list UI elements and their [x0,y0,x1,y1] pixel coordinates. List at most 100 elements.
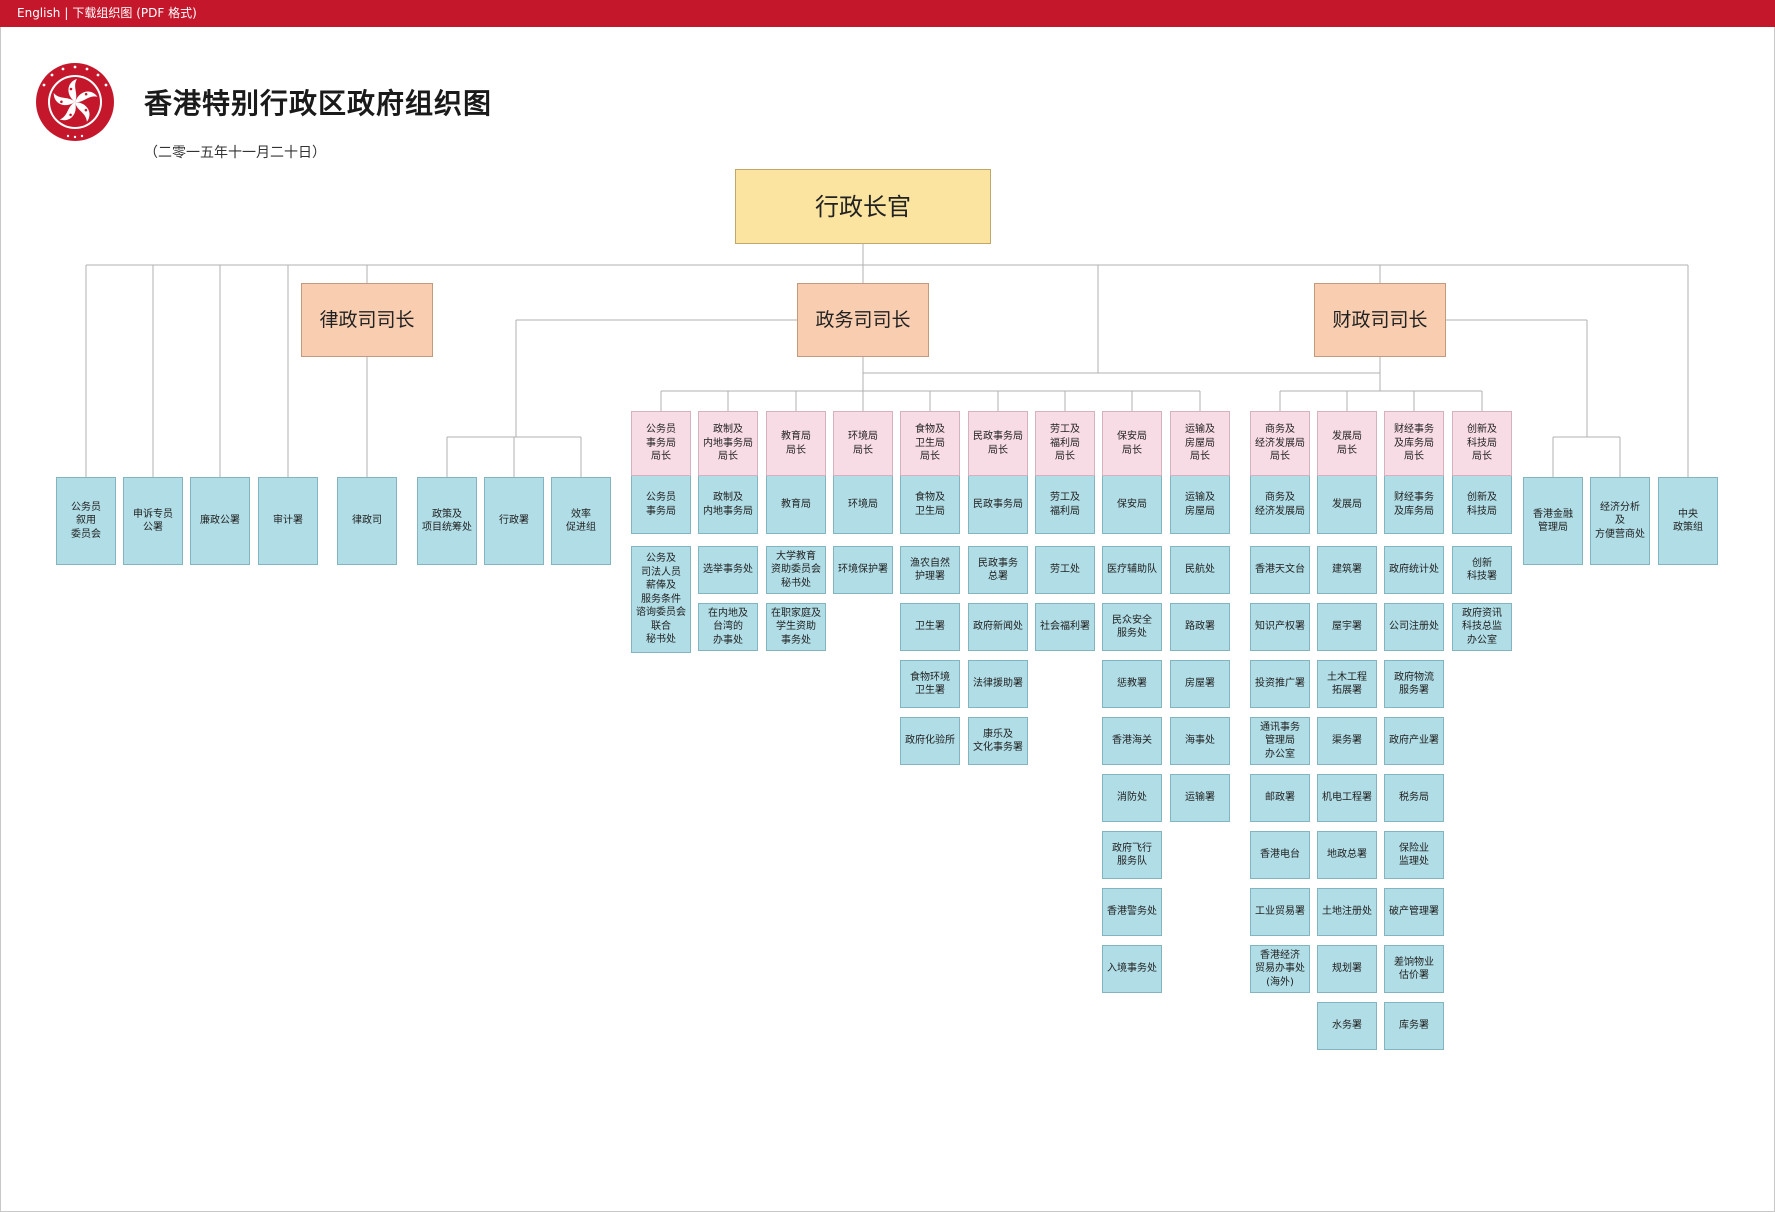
chart-date: （二零一五年十一月二十日） [144,145,326,161]
hksar-emblem-logo [36,63,114,141]
department-box: 工业贸易署 [1250,888,1310,936]
department-box: 劳工处 [1035,546,1095,594]
department-box: 路政署 [1170,603,1230,651]
department-box: 政府产业署 [1384,717,1444,765]
bureau-secretary-box: 运输及 房屋局 局长 [1170,411,1230,476]
bureau-box: 食物及 卫生局 [900,476,960,534]
top-bar: English | 下载组织图 (PDF 格式) [0,0,1775,27]
bureau-secretary-box: 财经事务 及库务局 局长 [1384,411,1444,476]
bureau-secretary-box: 发展局 局长 [1317,411,1377,476]
bureau-secretary-box: 民政事务局 局长 [968,411,1028,476]
department-box: 地政总署 [1317,831,1377,879]
fs-direct-office-box: 香港金融 管理局 [1523,477,1583,565]
ce-direct-office-box: 审计署 [258,477,318,565]
department-box: 规划署 [1317,945,1377,993]
cs-office-unit-box: 政策及 项目统筹处 [417,477,477,565]
department-box: 水务署 [1317,1002,1377,1050]
ce-direct-office-box: 公务员 叙用 委员会 [56,477,116,565]
download-pdf-link[interactable]: 下载组织图 (PDF 格式) [72,6,196,20]
central-policy-unit-box: 中央 政策组 [1658,477,1718,565]
bureau-secretary-box: 公务员 事务局 局长 [631,411,691,476]
department-box: 土木工程 拓展署 [1317,660,1377,708]
department-box: 民航处 [1170,546,1230,594]
bureau-secretary-box: 环境局 局长 [833,411,893,476]
department-box: 政府化验所 [900,717,960,765]
bureau-box: 教育局 [766,476,826,534]
department-box: 卫生署 [900,603,960,651]
department-box: 知识产权署 [1250,603,1310,651]
department-box: 税务局 [1384,774,1444,822]
department-box: 政府飞行 服务队 [1102,831,1162,879]
department-box: 差饷物业 估价署 [1384,945,1444,993]
department-box: 渠务署 [1317,717,1377,765]
department-box: 在职家庭及 学生资助 事务处 [766,603,826,651]
bureau-secretary-box: 商务及 经济发展局 局长 [1250,411,1310,476]
page-title: 香港特别行政区政府组织图 [144,87,493,120]
department-box: 土地注册处 [1317,888,1377,936]
department-box: 投资推广署 [1250,660,1310,708]
bureau-box: 民政事务局 [968,476,1028,534]
department-box: 大学教育 资助委员会 秘书处 [766,546,826,594]
department-box: 在内地及 台湾的 办事处 [698,603,758,651]
secretary-for-justice-box: 律政司司长 [301,283,433,357]
department-box: 入境事务处 [1102,945,1162,993]
department-box: 机电工程署 [1317,774,1377,822]
bureau-box: 劳工及 福利局 [1035,476,1095,534]
department-box: 消防处 [1102,774,1162,822]
department-box: 民众安全 服务处 [1102,603,1162,651]
bureau-secretary-box: 创新及 科技局 局长 [1452,411,1512,476]
financial-secretary-box: 财政司司长 [1314,283,1446,357]
bureau-box: 商务及 经济发展局 [1250,476,1310,534]
department-box: 环境保护署 [833,546,893,594]
department-box: 公司注册处 [1384,603,1444,651]
cs-office-unit-box: 行政署 [484,477,544,565]
department-of-justice-box: 律政司 [337,477,397,565]
department-box: 海事处 [1170,717,1230,765]
department-box: 香港经济 贸易办事处 (海外) [1250,945,1310,993]
bureau-secretary-box: 食物及 卫生局 局长 [900,411,960,476]
department-box: 公务及 司法人员 薪俸及 服务条件 谘询委员会 联合 秘书处 [631,546,691,653]
bureau-secretary-box: 劳工及 福利局 局长 [1035,411,1095,476]
department-box: 建筑署 [1317,546,1377,594]
bureau-box: 运输及 房屋局 [1170,476,1230,534]
department-box: 邮政署 [1250,774,1310,822]
bureau-secretary-box: 政制及 内地事务局 局长 [698,411,758,476]
top-bar-links: English | 下载组织图 (PDF 格式) [17,0,197,27]
bureau-box: 公务员 事务局 [631,476,691,534]
chief-executive-box: 行政长官 [735,169,991,244]
department-box: 香港警务处 [1102,888,1162,936]
department-box: 破产管理署 [1384,888,1444,936]
ce-direct-office-box: 申诉专员 公署 [123,477,183,565]
department-box: 政府新闻处 [968,603,1028,651]
department-box: 医疗辅助队 [1102,546,1162,594]
department-box: 法律援助署 [968,660,1028,708]
department-box: 政府物流 服务署 [1384,660,1444,708]
chief-secretary-box: 政务司司长 [797,283,929,357]
department-box: 房屋署 [1170,660,1230,708]
department-box: 香港海关 [1102,717,1162,765]
english-link[interactable]: English [17,6,60,20]
department-box: 惩教署 [1102,660,1162,708]
department-box: 选举事务处 [698,546,758,594]
department-box: 康乐及 文化事务署 [968,717,1028,765]
fs-direct-office-box: 经济分析 及 方便营商处 [1590,477,1650,565]
department-box: 运输署 [1170,774,1230,822]
bureau-box: 保安局 [1102,476,1162,534]
bureau-secretary-box: 保安局 局长 [1102,411,1162,476]
bureau-box: 创新及 科技局 [1452,476,1512,534]
department-box: 保险业 监理处 [1384,831,1444,879]
bureau-box: 政制及 内地事务局 [698,476,758,534]
bureau-box: 财经事务 及库务局 [1384,476,1444,534]
department-box: 食物环境 卫生署 [900,660,960,708]
ce-direct-office-box: 廉政公署 [190,477,250,565]
department-box: 香港电台 [1250,831,1310,879]
cs-office-unit-box: 效率 促进组 [551,477,611,565]
bureau-box: 环境局 [833,476,893,534]
department-box: 政府资讯 科技总监 办公室 [1452,603,1512,651]
link-separator: | [64,6,69,20]
department-box: 香港天文台 [1250,546,1310,594]
bureau-secretary-box: 教育局 局长 [766,411,826,476]
department-box: 社会福利署 [1035,603,1095,651]
department-box: 创新 科技署 [1452,546,1512,594]
department-box: 渔农自然 护理署 [900,546,960,594]
